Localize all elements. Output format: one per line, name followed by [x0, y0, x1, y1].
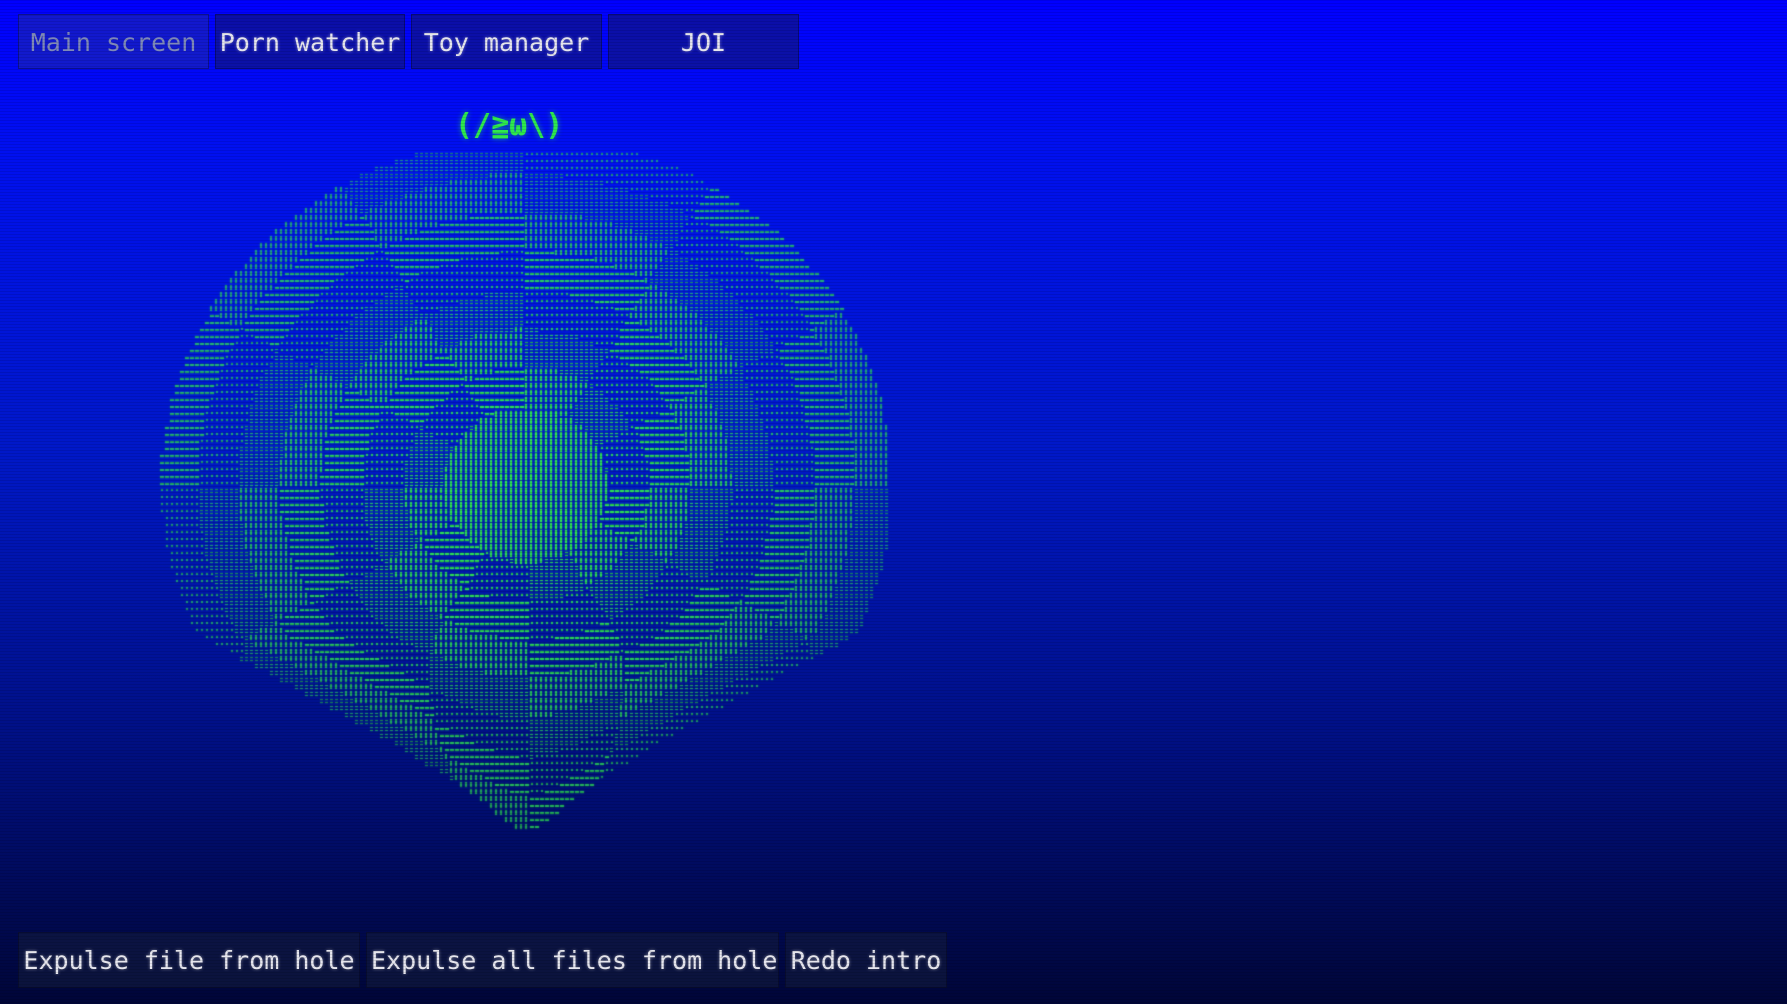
redo-intro-button[interactable]: Redo intro [785, 932, 947, 988]
tab-main-screen[interactable]: Main screen [18, 14, 209, 69]
tab-joi[interactable]: JOI [608, 14, 799, 69]
mascot-face-emoticon: (/≧ω\) [455, 108, 564, 143]
bottom-action-bar: Expulse file from hole Expulse all files… [18, 932, 947, 988]
tab-porn-watcher[interactable]: Porn watcher [215, 14, 405, 69]
expulse-file-button[interactable]: Expulse file from hole [18, 932, 360, 988]
ascii-spiral-hole-icon[interactable] [150, 152, 890, 882]
expulse-all-files-button[interactable]: Expulse all files from hole [366, 932, 779, 988]
tab-toy-manager[interactable]: Toy manager [411, 14, 602, 69]
top-tab-bar: Main screen Porn watcher Toy manager JOI [18, 14, 799, 69]
